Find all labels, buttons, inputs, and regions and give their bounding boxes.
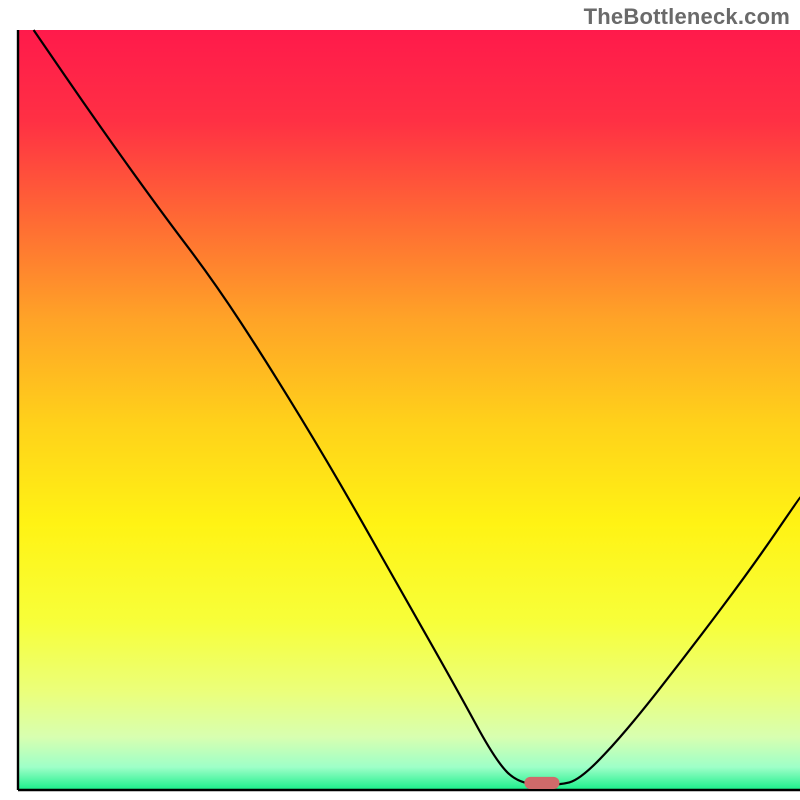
chart-frame: TheBottleneck.com: [0, 0, 800, 800]
watermark-label: TheBottleneck.com: [584, 4, 790, 30]
bottleneck-chart: [0, 0, 800, 800]
plot-background: [18, 30, 800, 790]
optimal-marker: [524, 777, 559, 789]
